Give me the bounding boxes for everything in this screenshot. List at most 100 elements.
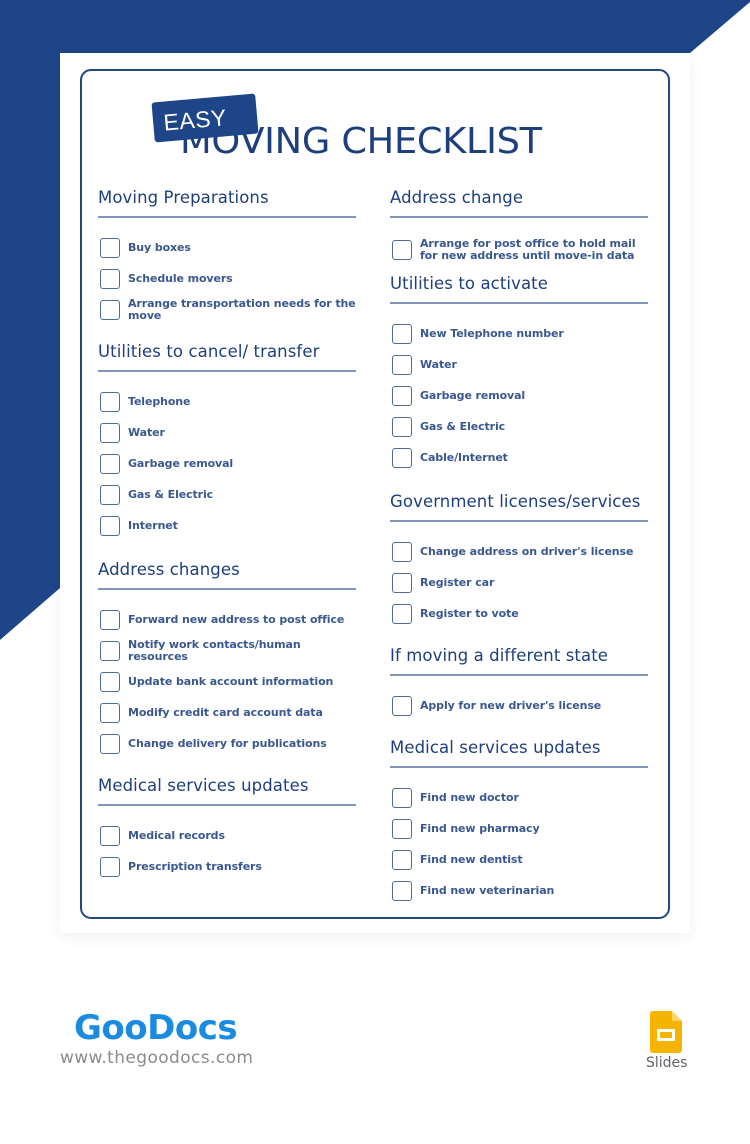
checklist-item[interactable]: Garbage removal bbox=[390, 380, 650, 411]
checklist-item[interactable]: Find new pharmacy bbox=[390, 813, 650, 844]
checkbox[interactable] bbox=[100, 268, 120, 289]
checklist-item[interactable]: Notify work contacts/human resources bbox=[98, 635, 358, 666]
checklist-item[interactable]: Schedule movers bbox=[98, 263, 358, 294]
checklist-item[interactable]: Update bank account information bbox=[98, 666, 358, 697]
checkbox[interactable] bbox=[392, 572, 412, 593]
checklist-section: If moving a different state Apply for new… bbox=[390, 644, 650, 721]
checklist-item-label: Garbage removal bbox=[420, 388, 526, 402]
section-title: Medical services updates bbox=[390, 738, 601, 757]
checkbox[interactable] bbox=[100, 702, 120, 723]
checkbox[interactable] bbox=[392, 323, 412, 344]
checklist-item[interactable]: Arrange for post office to hold mail for… bbox=[390, 232, 650, 268]
checklist-item-label: Medical records bbox=[128, 828, 225, 842]
checklist-item[interactable]: Buy boxes bbox=[98, 232, 358, 263]
checkbox[interactable] bbox=[100, 515, 120, 536]
checklist-item[interactable]: Internet bbox=[98, 510, 358, 541]
checkbox[interactable] bbox=[392, 695, 412, 716]
section-divider bbox=[390, 302, 648, 304]
logo-text-docs: Docs bbox=[147, 1008, 238, 1048]
checklist-item[interactable]: Arrange transportation needs for the mov… bbox=[98, 294, 358, 325]
checkbox[interactable] bbox=[392, 385, 412, 406]
easy-badge-text: EASY bbox=[162, 103, 228, 136]
section-title: If moving a different state bbox=[390, 646, 609, 665]
checklist-item[interactable]: Water bbox=[390, 349, 650, 380]
checkbox[interactable] bbox=[100, 422, 120, 443]
checkbox[interactable] bbox=[100, 484, 120, 505]
checklist-item[interactable]: Register car bbox=[390, 567, 650, 598]
checklist-item-label: Find new veterinarian bbox=[420, 883, 555, 897]
section-divider bbox=[98, 588, 356, 590]
checkbox[interactable] bbox=[100, 733, 120, 754]
checklist-item[interactable]: Modify credit card account data bbox=[98, 697, 358, 728]
checklist-section: Address changes Forward new address to po… bbox=[98, 558, 358, 759]
checkbox[interactable] bbox=[392, 880, 412, 901]
checklist-item-label: Change delivery for publications bbox=[128, 736, 327, 750]
checkbox[interactable] bbox=[392, 818, 412, 839]
checkbox[interactable] bbox=[392, 541, 412, 562]
checkbox[interactable] bbox=[100, 453, 120, 474]
checklist-item[interactable]: Cable/Internet bbox=[390, 442, 650, 473]
checkbox[interactable] bbox=[100, 640, 120, 661]
checklist-section: Utilities to activate New Telephone numbe… bbox=[390, 272, 650, 473]
checklist-item-label: Find new dentist bbox=[420, 852, 523, 866]
checklist-item-label: Buy boxes bbox=[128, 240, 191, 254]
checklist-item[interactable]: Change delivery for publications bbox=[98, 728, 358, 759]
section-divider bbox=[98, 804, 356, 806]
checklist-item[interactable]: Telephone bbox=[98, 386, 358, 417]
section-title: Address change bbox=[390, 188, 524, 207]
checkbox[interactable] bbox=[392, 240, 412, 260]
right-column: Address change Arrange for post office to… bbox=[390, 186, 650, 906]
checkbox[interactable] bbox=[100, 299, 120, 320]
checklist-section: Government licenses/services Change addre… bbox=[390, 490, 650, 629]
title-block: EASY MOVING CHECKLIST bbox=[150, 93, 590, 164]
checklist-item-label: Internet bbox=[128, 518, 178, 532]
checkbox[interactable] bbox=[392, 603, 412, 624]
checklist-item[interactable]: Medical records bbox=[98, 820, 358, 851]
checklist-item[interactable]: Forward new address to post office bbox=[98, 604, 358, 635]
checklist-item[interactable]: Change address on driver's license bbox=[390, 536, 650, 567]
checklist-item[interactable]: Gas & Electric bbox=[98, 479, 358, 510]
checklist-item[interactable]: Gas & Electric bbox=[390, 411, 650, 442]
checkbox[interactable] bbox=[392, 354, 412, 375]
google-slides-icon bbox=[650, 1011, 682, 1053]
checklist-item-label: Register car bbox=[420, 575, 495, 589]
checklist-item-label: Find new pharmacy bbox=[420, 821, 540, 835]
checkbox[interactable] bbox=[392, 787, 412, 808]
checklist-section: Moving Preparations Buy boxes Schedule mov… bbox=[98, 186, 358, 325]
checklist-item[interactable]: Prescription transfers bbox=[98, 851, 358, 882]
checklist-item[interactable]: Apply for new driver's license bbox=[390, 690, 650, 721]
checklist-item-label: Schedule movers bbox=[128, 271, 233, 285]
checklist-item[interactable]: Register to vote bbox=[390, 598, 650, 629]
checkbox[interactable] bbox=[392, 447, 412, 468]
checklist-item-label: Water bbox=[128, 425, 165, 439]
checkbox[interactable] bbox=[100, 391, 120, 412]
slides-label: Slides bbox=[646, 1055, 688, 1071]
checkbox[interactable] bbox=[392, 849, 412, 870]
checklist-item[interactable]: Find new doctor bbox=[390, 782, 650, 813]
checklist-item[interactable]: New Telephone number bbox=[390, 318, 650, 349]
section-divider bbox=[390, 766, 648, 768]
checkbox[interactable] bbox=[100, 856, 120, 877]
checklist-item[interactable]: Water bbox=[98, 417, 358, 448]
checkbox[interactable] bbox=[392, 416, 412, 437]
site-url[interactable]: www.thegoodocs.com bbox=[60, 1048, 253, 1068]
checklist-item[interactable]: Find new dentist bbox=[390, 844, 650, 875]
section-divider bbox=[98, 216, 356, 218]
checklist-item-label: Notify work contacts/human resources bbox=[128, 637, 301, 663]
checkbox[interactable] bbox=[100, 609, 120, 630]
checklist-item-label: Change address on driver's license bbox=[420, 544, 634, 558]
checklist-item-label: Arrange transportation needs for the mov… bbox=[128, 296, 356, 322]
checklist-item[interactable]: Garbage removal bbox=[98, 448, 358, 479]
checklist-item-label: Find new doctor bbox=[420, 790, 519, 804]
checklist-item-label: Register to vote bbox=[420, 606, 519, 620]
goodocs-logo[interactable]: GooDocs bbox=[74, 1008, 238, 1048]
left-column: Moving Preparations Buy boxes Schedule mov… bbox=[98, 186, 358, 882]
checkbox[interactable] bbox=[100, 237, 120, 258]
checkbox[interactable] bbox=[100, 671, 120, 692]
checkbox[interactable] bbox=[100, 825, 120, 846]
checklist-item-label: New Telephone number bbox=[420, 326, 564, 340]
section-divider bbox=[98, 370, 356, 372]
checklist-item[interactable]: Find new veterinarian bbox=[390, 875, 650, 906]
checklist-item-label: Update bank account information bbox=[128, 674, 334, 688]
checklist-section: Medical services updates Find new doctor F… bbox=[390, 736, 650, 906]
